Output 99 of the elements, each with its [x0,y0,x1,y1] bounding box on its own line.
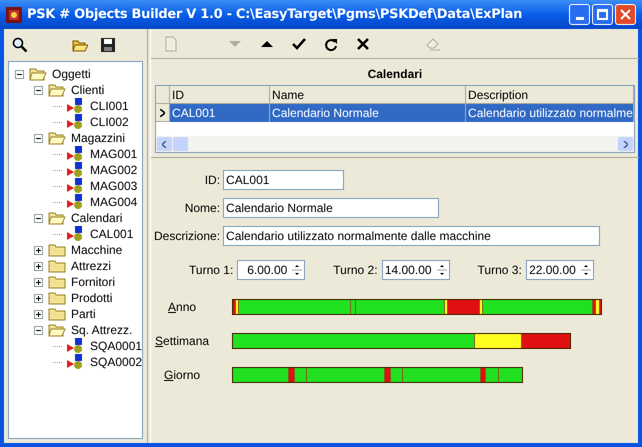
table-cell: Calendario Normale [270,104,466,122]
plus-icon [36,248,41,252]
minimize-button[interactable] [569,4,590,25]
collapse-toggle[interactable] [34,86,43,94]
input-field[interactable]: CAL001 [223,170,344,190]
input-field[interactable]: Calendario utilizzato normalmente dalle macchine [223,226,600,246]
scroll-thumb[interactable] [173,137,188,151]
row-header [156,86,170,104]
column-header[interactable]: Description [466,86,634,104]
table-cell: Calendario utilizzato normalme [466,104,634,122]
collapse-toggle[interactable] [15,70,24,78]
folder-icon [48,291,66,305]
column-header[interactable]: Name [270,86,466,104]
expand-toggle[interactable] [34,294,43,302]
spinner-arrows-icon [578,262,593,278]
app-icon [6,6,22,22]
tree-item[interactable]: MAG003 [90,177,138,195]
scroll-left-button[interactable] [157,137,172,151]
close-icon [355,36,372,52]
time-spinner[interactable]: 14.00.00 [382,260,450,280]
plus-icon [36,280,41,284]
tree-item[interactable]: CLI001 [90,97,129,115]
timeline-label: Settimana [154,333,210,350]
timeline-label: Giorno [163,367,202,384]
shapes-icon [67,194,85,210]
eraser-icon [425,36,442,52]
spinner-arrows-icon [290,262,304,278]
folder-icon [48,243,66,257]
shapes-icon [67,114,85,130]
close-button[interactable] [615,4,636,25]
shapes-icon [67,162,85,178]
tree-item[interactable]: Sq. Attrezz. [71,321,132,339]
time-spinner[interactable]: 22.00.00 [526,260,594,280]
maximize-button[interactable] [592,4,613,25]
check-icon [291,36,308,52]
tree-item[interactable]: Clienti [71,81,104,99]
timeline-label: Anno [167,299,198,316]
save-icon [100,37,116,53]
spinner-arrows-icon [434,262,449,278]
tree-item[interactable]: Magazzini [71,129,126,147]
field-label: Turno 3: [478,262,522,279]
tree-item[interactable]: MAG001 [90,145,138,163]
field-label: ID: [204,172,220,189]
expand-toggle[interactable] [34,278,43,286]
shapes-icon [67,146,85,162]
shapes-icon [67,354,85,370]
field-label: Turno 2: [333,262,378,279]
folder-icon [48,259,66,273]
open-folder-icon [48,323,66,337]
folder-icon [48,275,66,289]
minimize-icon [576,17,584,20]
time-spinner[interactable]: 6.00.00 [237,260,306,280]
new-document-icon [163,36,180,52]
open-folder-icon [48,131,66,145]
plus-icon [36,296,41,300]
plus-icon [36,312,41,316]
table-row[interactable]: CAL001 Calendario Normale Calendario utilizzato normalme [156,104,634,122]
open-folder-icon [48,83,66,97]
tree-item[interactable]: Macchine [71,241,122,259]
expand-toggle[interactable] [34,310,43,318]
collapse-toggle[interactable] [34,214,43,222]
search-icon [12,37,28,53]
tree-item[interactable]: SQA0001 [90,337,142,355]
grid-title: Calendari [366,66,424,83]
tree-item[interactable]: Fornitori [71,273,116,291]
tree-item[interactable]: Parti [71,305,96,323]
field-label: Nome: [184,200,220,217]
tree-item[interactable]: CLI002 [90,113,129,131]
tree-item[interactable]: Calendari [71,209,122,227]
collapse-toggle[interactable] [34,134,43,142]
plus-icon [36,264,41,268]
tree-item[interactable]: CAL001 [90,225,134,243]
shapes-icon [67,226,85,242]
open-folder-icon [48,211,66,225]
maximize-icon [597,9,608,20]
window-title: PSK # Objects Builder V 1.0 - C:\EasyTarget\Pgms\PSKDef\Data\ExPlan [27,6,522,24]
shapes-icon [67,98,85,114]
field-label: Turno 1: [189,262,234,279]
row-pointer-icon [160,108,166,116]
horizontal-scrollbar[interactable] [156,136,634,152]
shapes-icon [67,338,85,354]
tree-item[interactable]: Prodotti [71,289,112,307]
table-cell: CAL001 [170,104,270,122]
tree-item[interactable]: Oggetti [52,65,91,83]
column-header[interactable]: ID [170,86,270,104]
scroll-right-button[interactable] [618,137,633,151]
expand-toggle[interactable] [34,246,43,254]
folder-icon [48,307,66,321]
open-folder-icon [29,67,47,81]
tree-item[interactable]: Attrezzi [71,257,112,275]
tree-item[interactable]: MAG004 [90,193,138,211]
tree-item[interactable]: SQA0002 [90,353,142,371]
close-icon [620,9,631,20]
field-label: Descrizione: [153,228,220,245]
input-field[interactable]: Calendario Normale [223,198,440,218]
tree-item[interactable]: MAG002 [90,161,138,179]
collapse-toggle[interactable] [34,326,43,334]
expand-toggle[interactable] [34,262,43,270]
shapes-icon [67,178,85,194]
